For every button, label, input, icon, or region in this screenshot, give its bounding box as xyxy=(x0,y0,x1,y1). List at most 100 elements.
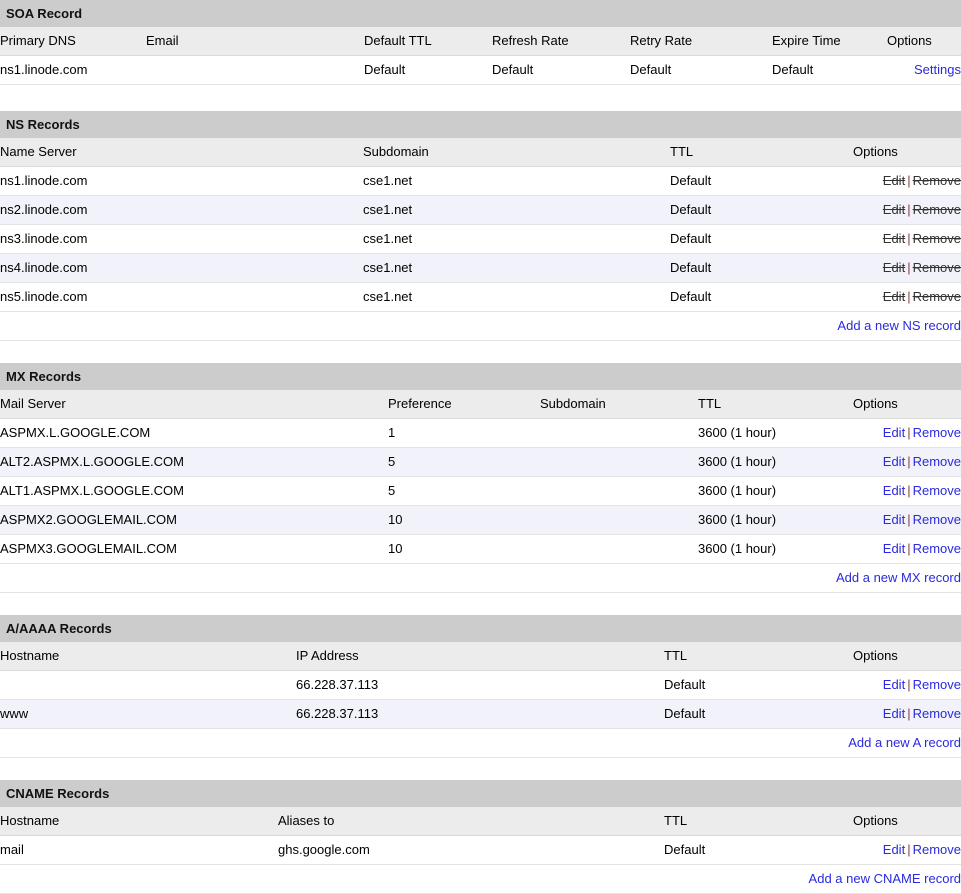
edit-link[interactable]: Edit xyxy=(883,425,905,440)
col-options: Options xyxy=(887,27,961,56)
cell-options: Settings xyxy=(887,55,961,85)
col-options: Options xyxy=(853,138,961,167)
option-separator: | xyxy=(907,677,911,692)
col-mail-server: Mail Server xyxy=(0,390,388,419)
cell-ip-address: 66.228.37.113 xyxy=(296,699,664,729)
cell-ttl: Default xyxy=(670,195,853,225)
section-gap xyxy=(0,593,961,615)
remove-link[interactable]: Remove xyxy=(913,202,961,217)
cell-options: Edit | Remove xyxy=(853,195,961,225)
edit-link[interactable]: Edit xyxy=(883,483,905,498)
cell-options: Edit | Remove xyxy=(853,699,961,729)
add-mx-record-link[interactable]: Add a new MX record xyxy=(836,570,961,585)
col-ttl: TTL xyxy=(670,138,853,167)
section-a-aaaa: A/AAAA Records Hostname IP Address TTL O… xyxy=(0,615,961,758)
table-row: ns2.linode.com cse1.net Default Edit | Rem… xyxy=(0,195,961,225)
edit-link[interactable]: Edit xyxy=(883,706,905,721)
edit-link[interactable]: Edit xyxy=(883,541,905,556)
add-a-record-link[interactable]: Add a new A record xyxy=(848,735,961,750)
col-expire-time: Expire Time xyxy=(772,27,887,56)
edit-link[interactable]: Edit xyxy=(883,202,905,217)
table-row: www 66.228.37.113 Default Edit | Remove xyxy=(0,699,961,729)
edit-link[interactable]: Edit xyxy=(883,231,905,246)
cell-preference: 10 xyxy=(388,505,540,535)
cell-email xyxy=(146,55,364,85)
soa-settings-link[interactable]: Settings xyxy=(914,62,961,77)
col-ttl: TTL xyxy=(664,642,853,671)
cell-subdomain: cse1.net xyxy=(363,224,670,254)
table-header-row: Hostname Aliases to TTL Options xyxy=(0,807,961,836)
cell-mail-server: ASPMX2.GOOGLEMAIL.COM xyxy=(0,505,388,535)
remove-link[interactable]: Remove xyxy=(913,231,961,246)
section-title-mx: MX Records xyxy=(0,363,961,390)
a-aaaa-table: Hostname IP Address TTL Options 66.228.3… xyxy=(0,642,961,758)
cell-ttl: Default xyxy=(670,166,853,196)
section-soa: SOA Record Primary DNS Email Default TTL… xyxy=(0,0,961,85)
section-title-a-aaaa: A/AAAA Records xyxy=(0,615,961,642)
section-title-cname: CNAME Records xyxy=(0,780,961,807)
table-row: ns4.linode.com cse1.net Default Edit | Rem… xyxy=(0,253,961,283)
remove-link[interactable]: Remove xyxy=(913,289,961,304)
edit-link[interactable]: Edit xyxy=(883,260,905,275)
option-separator: | xyxy=(907,425,911,440)
option-separator: | xyxy=(907,483,911,498)
col-ttl: TTL xyxy=(664,807,853,836)
cell-options: Edit | Remove xyxy=(853,447,961,477)
remove-link[interactable]: Remove xyxy=(913,677,961,692)
table-row: mail ghs.google.com Default Edit | Remove xyxy=(0,835,961,865)
add-record-row: Add a new MX record xyxy=(0,563,961,593)
cell-ttl: Default xyxy=(664,699,853,729)
remove-link[interactable]: Remove xyxy=(913,454,961,469)
cell-subdomain xyxy=(540,418,698,448)
remove-link[interactable]: Remove xyxy=(913,541,961,556)
add-record-row: Add a new A record xyxy=(0,728,961,758)
option-separator: | xyxy=(907,842,911,857)
cell-ttl: Default xyxy=(670,282,853,312)
remove-link[interactable]: Remove xyxy=(913,483,961,498)
col-primary-dns: Primary DNS xyxy=(0,27,146,56)
edit-link[interactable]: Edit xyxy=(883,289,905,304)
option-separator: | xyxy=(907,454,911,469)
ns-table: Name Server Subdomain TTL Options ns1.li… xyxy=(0,138,961,341)
remove-link[interactable]: Remove xyxy=(913,173,961,188)
cell-subdomain: cse1.net xyxy=(363,282,670,312)
edit-link[interactable]: Edit xyxy=(883,512,905,527)
cell-ttl: Default xyxy=(670,224,853,254)
remove-link[interactable]: Remove xyxy=(913,842,961,857)
add-record-cell: Add a new NS record xyxy=(0,311,961,341)
remove-link[interactable]: Remove xyxy=(913,512,961,527)
remove-link[interactable]: Remove xyxy=(913,425,961,440)
col-hostname: Hostname xyxy=(0,642,296,671)
cell-subdomain xyxy=(540,476,698,506)
cell-subdomain xyxy=(540,534,698,564)
table-row: ns1.linode.com cse1.net Default Edit | Rem… xyxy=(0,166,961,196)
add-ns-record-link[interactable]: Add a new NS record xyxy=(837,318,961,333)
edit-link[interactable]: Edit xyxy=(883,842,905,857)
cell-preference: 5 xyxy=(388,447,540,477)
cell-options: Edit | Remove xyxy=(853,835,961,865)
edit-link[interactable]: Edit xyxy=(883,173,905,188)
table-row: ns1.linode.com Default Default Default D… xyxy=(0,55,961,85)
table-row: ns5.linode.com cse1.net Default Edit | Rem… xyxy=(0,282,961,312)
cell-options: Edit | Remove xyxy=(853,282,961,312)
edit-link[interactable]: Edit xyxy=(883,454,905,469)
col-aliases-to: Aliases to xyxy=(278,807,664,836)
table-header-row: Mail Server Preference Subdomain TTL Opt… xyxy=(0,390,961,419)
option-separator: | xyxy=(907,512,911,527)
col-options: Options xyxy=(853,807,961,836)
cell-ttl: 3600 (1 hour) xyxy=(698,534,853,564)
section-title-ns: NS Records xyxy=(0,111,961,138)
cell-mail-server: ASPMX3.GOOGLEMAIL.COM xyxy=(0,534,388,564)
add-record-cell: Add a new A record xyxy=(0,728,961,758)
add-record-cell: Add a new MX record xyxy=(0,563,961,593)
cell-hostname: mail xyxy=(0,835,278,865)
add-cname-record-link[interactable]: Add a new CNAME record xyxy=(809,871,961,886)
remove-link[interactable]: Remove xyxy=(913,706,961,721)
table-row: ASPMX3.GOOGLEMAIL.COM 10 3600 (1 hour) E… xyxy=(0,534,961,564)
remove-link[interactable]: Remove xyxy=(913,260,961,275)
cell-ttl: 3600 (1 hour) xyxy=(698,447,853,477)
cell-options: Edit | Remove xyxy=(853,224,961,254)
section-ns: NS Records Name Server Subdomain TTL Opt… xyxy=(0,111,961,341)
edit-link[interactable]: Edit xyxy=(883,677,905,692)
option-separator: | xyxy=(907,541,911,556)
